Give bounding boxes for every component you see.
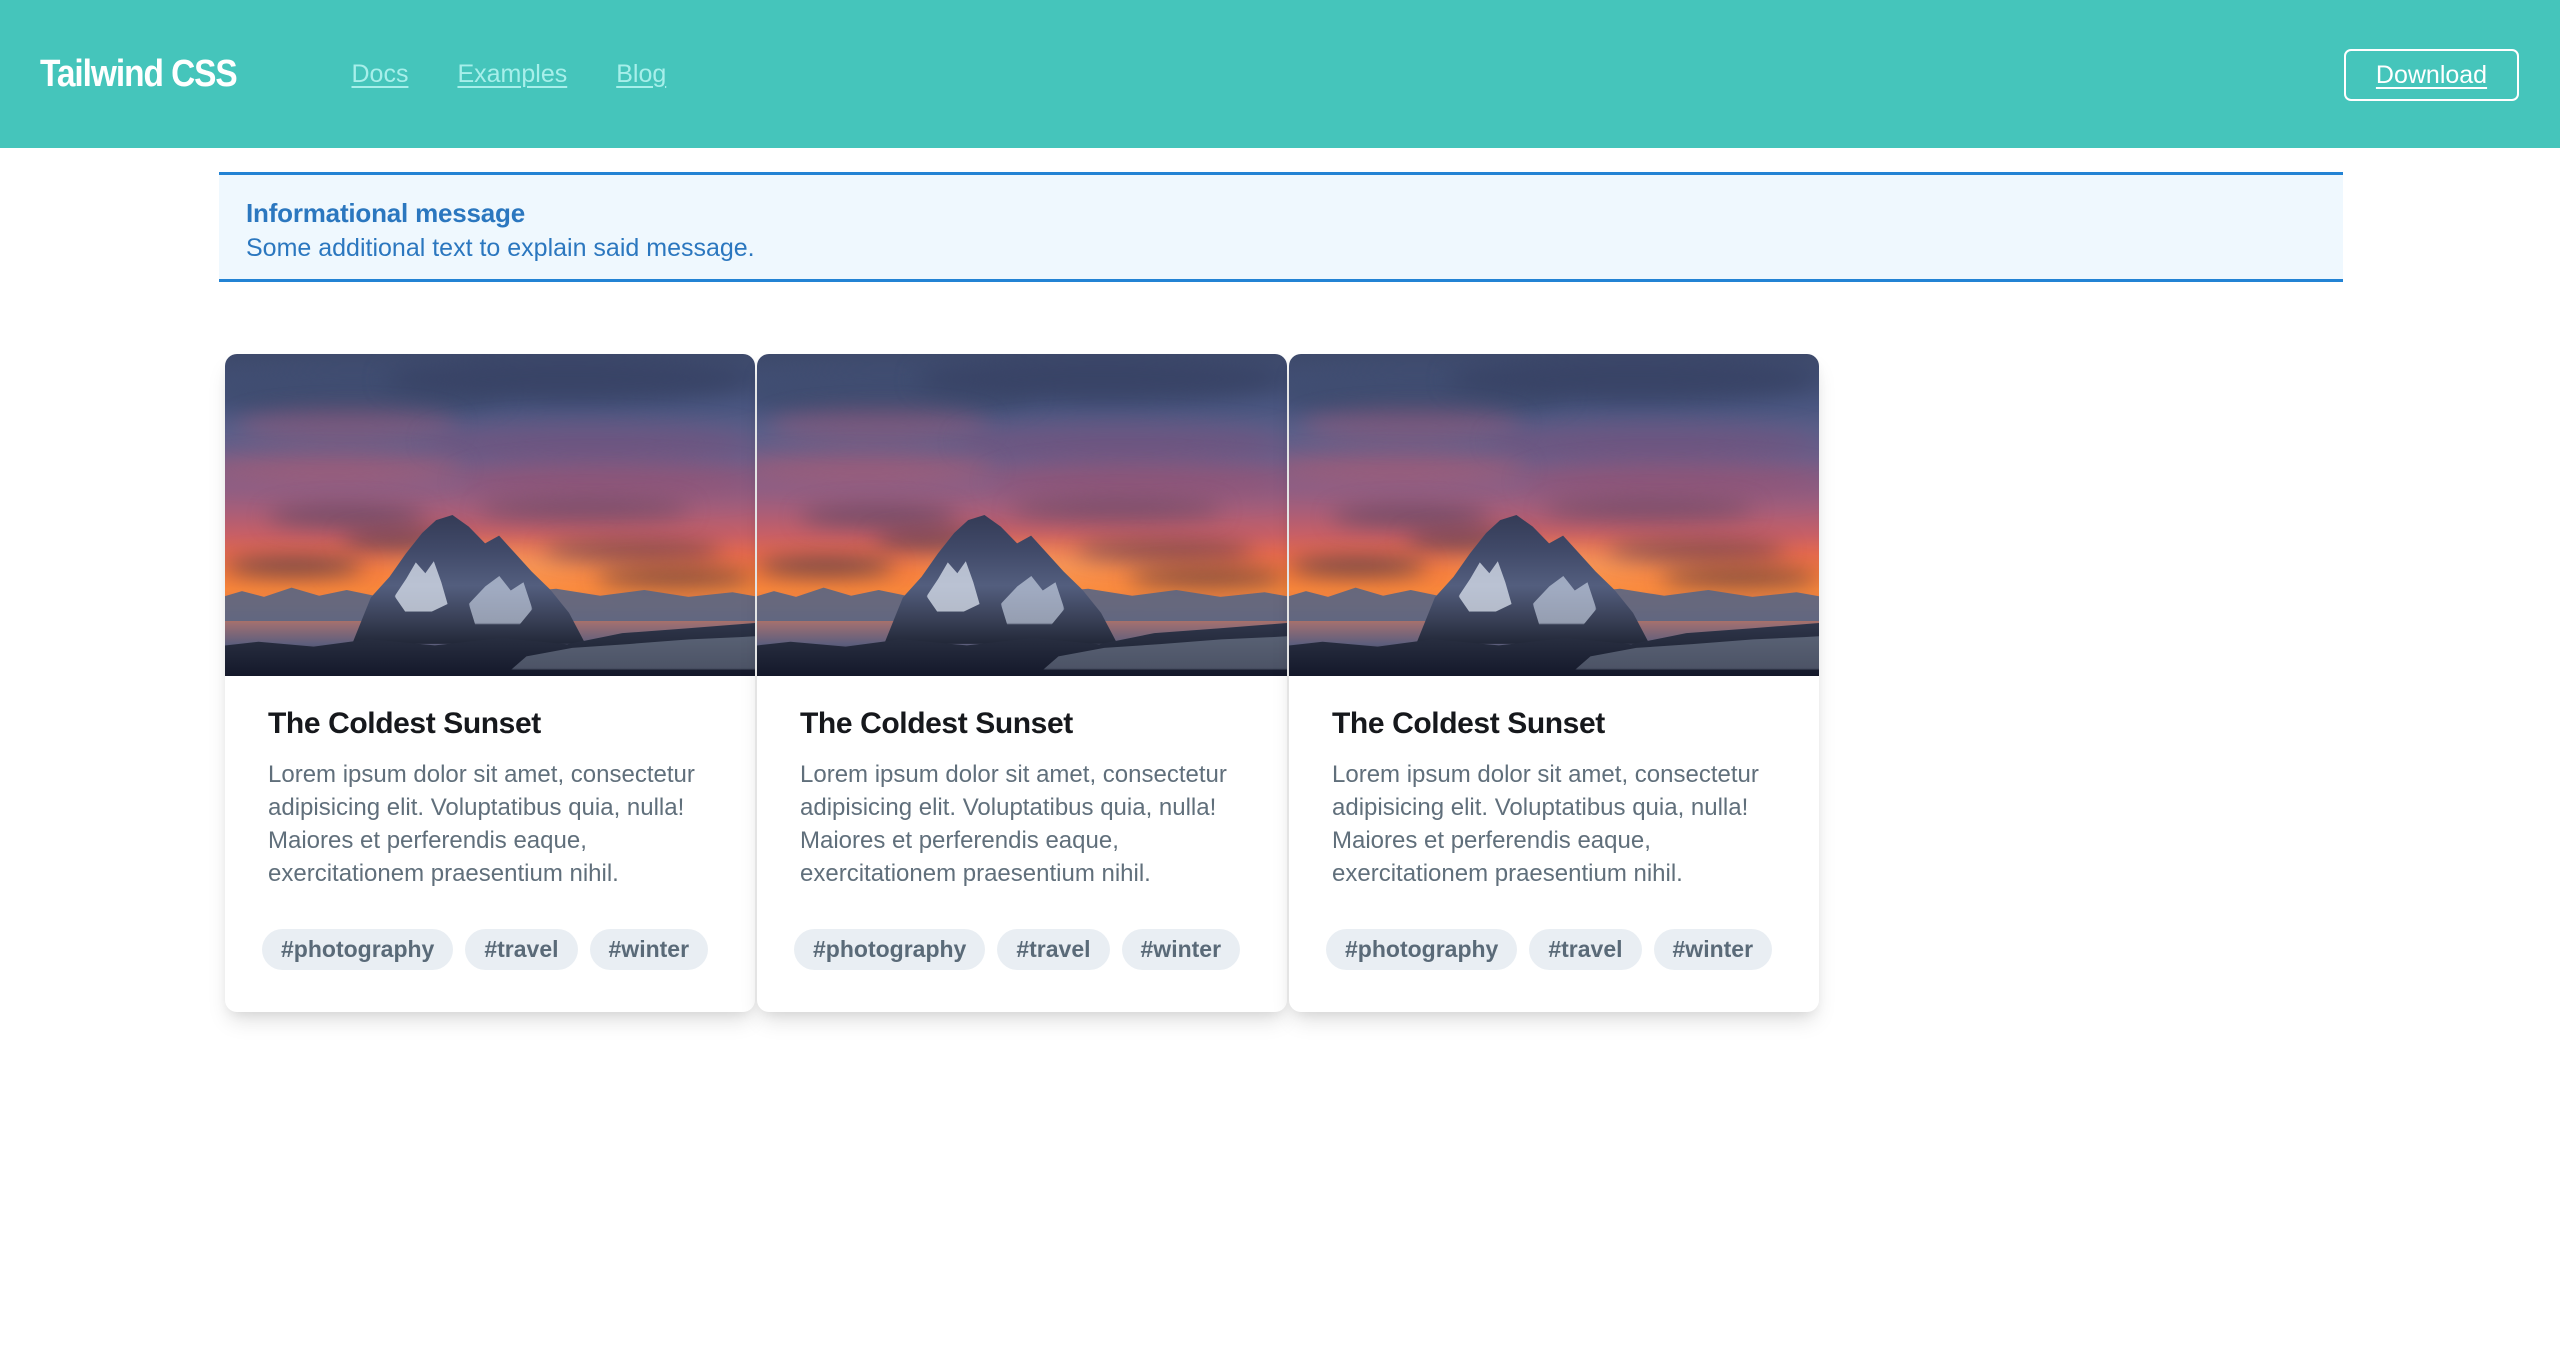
card-title: The Coldest Sunset bbox=[1332, 707, 1605, 740]
nav-link-docs[interactable]: Docs bbox=[351, 60, 408, 89]
tag-photography[interactable]: #photography bbox=[794, 928, 986, 970]
card-tags: #photography #travel #winter bbox=[1289, 928, 1819, 1012]
mountain-sunset-photo bbox=[225, 354, 755, 676]
card-description: Lorem ipsum dolor sit amet, consectetur … bbox=[1332, 761, 1759, 887]
alert-body: Some additional text to explain said mes… bbox=[246, 234, 755, 263]
card-tags: #photography #travel #winter bbox=[757, 928, 1287, 1012]
mountain-sunset-photo bbox=[757, 354, 1287, 676]
tag-photography[interactable]: #photography bbox=[1326, 928, 1518, 970]
nav-link-blog[interactable]: Blog bbox=[616, 60, 666, 89]
card-body: The Coldest Sunset Lorem ipsum dolor sit… bbox=[225, 676, 755, 891]
tag-winter[interactable]: #winter bbox=[1121, 928, 1241, 970]
nav-link-examples[interactable]: Examples bbox=[457, 60, 567, 89]
card-title: The Coldest Sunset bbox=[800, 707, 1073, 740]
card-body: The Coldest Sunset Lorem ipsum dolor sit… bbox=[1289, 676, 1819, 891]
alert-title: Informational message bbox=[246, 198, 525, 228]
navbar: Tailwind CSS Docs Examples Blog Download bbox=[0, 0, 2560, 148]
download-button[interactable]: Download bbox=[2344, 49, 2519, 101]
card[interactable]: The Coldest Sunset Lorem ipsum dolor sit… bbox=[225, 354, 755, 1012]
informational-alert: Informational message Some additional te… bbox=[219, 172, 2343, 282]
mountain-sunset-photo bbox=[1289, 354, 1819, 676]
tag-winter[interactable]: #winter bbox=[1653, 928, 1773, 970]
nav-links: Docs Examples Blog bbox=[351, 60, 666, 89]
tag-winter[interactable]: #winter bbox=[589, 928, 709, 970]
tag-travel[interactable]: #travel bbox=[465, 928, 578, 970]
tag-travel[interactable]: #travel bbox=[997, 928, 1110, 970]
card-title: The Coldest Sunset bbox=[268, 707, 541, 740]
card[interactable]: The Coldest Sunset Lorem ipsum dolor sit… bbox=[1289, 354, 1819, 1012]
card-body: The Coldest Sunset Lorem ipsum dolor sit… bbox=[757, 676, 1287, 891]
card[interactable]: The Coldest Sunset Lorem ipsum dolor sit… bbox=[757, 354, 1287, 1012]
card-description: Lorem ipsum dolor sit amet, consectetur … bbox=[800, 761, 1227, 887]
card-grid: The Coldest Sunset Lorem ipsum dolor sit… bbox=[0, 354, 2560, 1134]
brand-logo[interactable]: Tailwind CSS bbox=[40, 55, 238, 93]
card-tags: #photography #travel #winter bbox=[225, 928, 755, 1012]
card-description: Lorem ipsum dolor sit amet, consectetur … bbox=[268, 761, 695, 887]
tag-photography[interactable]: #photography bbox=[262, 928, 454, 970]
tag-travel[interactable]: #travel bbox=[1529, 928, 1642, 970]
